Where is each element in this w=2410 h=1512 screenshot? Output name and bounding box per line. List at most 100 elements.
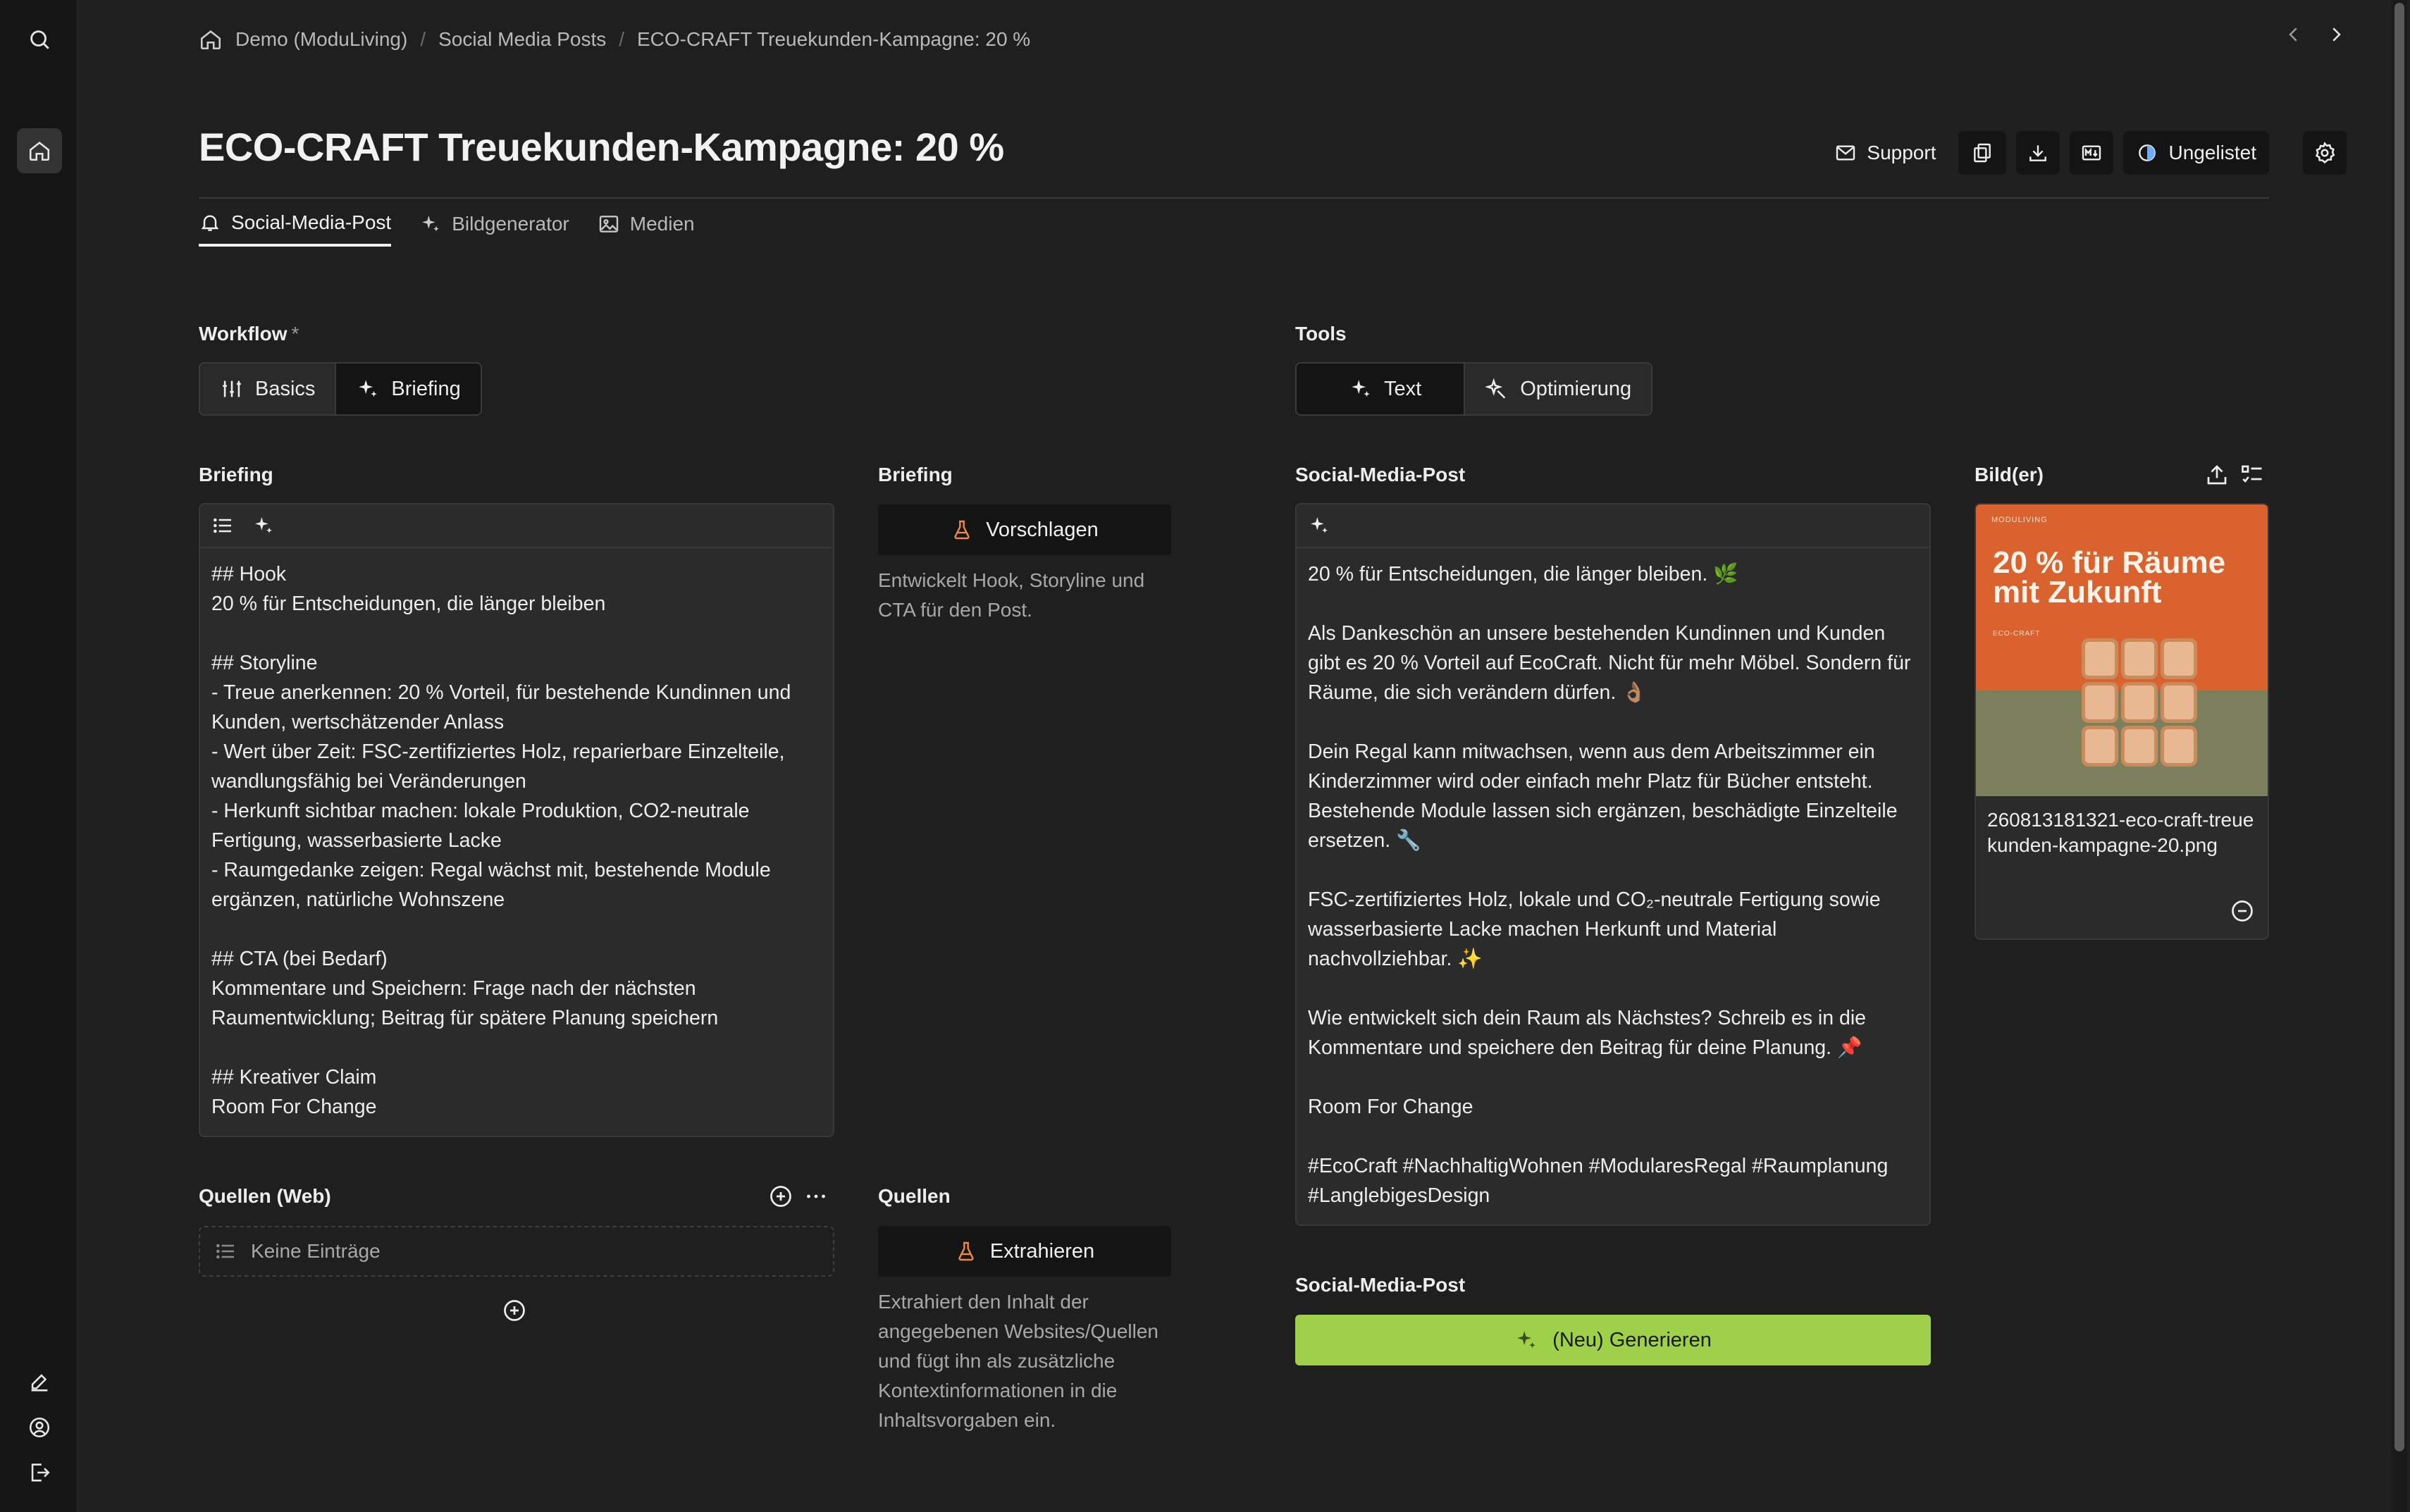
plus-circle-icon bbox=[770, 1186, 791, 1207]
edit-button[interactable] bbox=[17, 1360, 62, 1405]
bell-icon bbox=[201, 215, 219, 231]
tools-label: Tools bbox=[1295, 323, 1347, 345]
shelf-cell bbox=[2161, 726, 2197, 767]
add-source-button[interactable] bbox=[768, 1184, 793, 1213]
support-button[interactable]: Support bbox=[1822, 131, 1948, 175]
generate-button[interactable]: (Neu) Generieren bbox=[1295, 1315, 1931, 1365]
tab-label: Bildgenerator bbox=[452, 213, 569, 235]
gear-icon bbox=[2315, 142, 2335, 164]
tools-switch: Text Optimierung bbox=[1295, 362, 1653, 416]
breadcrumb-item-section[interactable]: Social Media Posts bbox=[438, 28, 606, 51]
copy-icon bbox=[1974, 143, 1991, 163]
post-toolbar bbox=[1297, 504, 1929, 548]
workflow-option-label: Basics bbox=[255, 377, 316, 400]
generate-button-label: (Neu) Generieren bbox=[1552, 1328, 1712, 1351]
more-options-button[interactable] bbox=[803, 1184, 829, 1213]
tab-social-media-post[interactable]: Social-Media-Post bbox=[199, 211, 392, 247]
workflow-label: Workflow * bbox=[199, 323, 299, 345]
home-button[interactable] bbox=[17, 128, 62, 173]
briefing-toolbar bbox=[200, 504, 833, 548]
markdown-button[interactable] bbox=[2070, 131, 2114, 175]
tools-option-optimization[interactable]: Optimierung bbox=[1464, 364, 1652, 414]
visibility-button[interactable]: Ungelistet bbox=[2123, 131, 2269, 175]
thumbnail-shelf bbox=[2082, 638, 2200, 772]
settings-button[interactable] bbox=[2303, 131, 2347, 175]
title-divider bbox=[199, 197, 2269, 199]
suggest-hint: Entwickelt Hook, Storyline und CTA für d… bbox=[878, 569, 1145, 621]
thumbnail-headline: 20 % für Räume mit Zukunft bbox=[1993, 545, 2226, 609]
tab-image-generator[interactable]: Bildgenerator bbox=[419, 211, 569, 247]
minus-circle-icon bbox=[2232, 900, 2253, 922]
remove-image-button[interactable] bbox=[2230, 898, 2255, 927]
workflow-label-text: Workflow bbox=[199, 323, 288, 345]
workflow-option-briefing[interactable]: Briefing bbox=[335, 364, 481, 414]
shelf-cell bbox=[2121, 682, 2158, 723]
history-nav bbox=[2283, 24, 2347, 45]
tab-label: Medien bbox=[629, 213, 695, 235]
post-textarea[interactable]: 20 % für Entscheidungen, die länger blei… bbox=[1297, 548, 1929, 1222]
sources-web-label: Quellen (Web) bbox=[199, 1185, 331, 1207]
visibility-label: Ungelistet bbox=[2168, 142, 2256, 163]
scrollbar-thumb[interactable] bbox=[2394, 3, 2404, 1451]
chevron-right-icon[interactable] bbox=[2325, 24, 2347, 45]
upload-icon bbox=[2207, 465, 2227, 485]
breadcrumb-separator: / bbox=[619, 28, 624, 50]
breadcrumb-item-current: ECO-CRAFT Treuekunden-Kampagne: 20 % bbox=[637, 28, 1031, 50]
upload-image-button[interactable] bbox=[2204, 462, 2230, 491]
briefing-textarea[interactable]: ## Hook 20 % für Entscheidungen, die län… bbox=[200, 548, 833, 1133]
sources-tool-label: Quellen bbox=[878, 1185, 951, 1207]
add-entry-button[interactable] bbox=[502, 1298, 527, 1327]
list-icon[interactable] bbox=[211, 514, 234, 537]
home-icon[interactable] bbox=[199, 27, 223, 51]
wand-icon bbox=[1485, 378, 1506, 399]
sparkles-icon[interactable] bbox=[1308, 514, 1330, 537]
shelf-cell bbox=[2161, 682, 2197, 723]
mail-icon bbox=[1836, 145, 1855, 161]
half-circle-icon bbox=[2139, 144, 2156, 161]
image-filename: 260813181321-eco-craft-treuekunden-kampa… bbox=[1987, 809, 2254, 856]
empty-label: Keine Einträge bbox=[251, 1240, 381, 1262]
suggest-button[interactable]: Vorschlagen bbox=[878, 504, 1171, 555]
image-list-button[interactable] bbox=[2239, 462, 2265, 491]
chevron-left-icon[interactable] bbox=[2283, 24, 2304, 45]
more-icon bbox=[807, 1194, 825, 1198]
required-marker: * bbox=[291, 323, 299, 345]
image-thumbnail[interactable]: MODULIVING 20 % für Räume mit Zukunft EC… bbox=[1976, 504, 2268, 796]
sparkles-icon bbox=[422, 216, 440, 232]
tools-option-label: Text bbox=[1384, 377, 1422, 400]
tab-media[interactable]: Medien bbox=[598, 211, 695, 247]
profile-button[interactable] bbox=[17, 1405, 62, 1450]
flask-icon bbox=[954, 520, 970, 540]
workflow-option-basics[interactable]: Basics bbox=[200, 364, 335, 414]
page-scrollbar[interactable] bbox=[2392, 0, 2407, 1512]
extract-button[interactable]: Extrahieren bbox=[878, 1226, 1171, 1277]
search-icon bbox=[30, 30, 49, 49]
post-editor: 20 % für Entscheidungen, die länger blei… bbox=[1295, 503, 1931, 1226]
search-button[interactable] bbox=[17, 17, 62, 62]
image-card[interactable]: MODULIVING 20 % für Räume mit Zukunft EC… bbox=[1975, 503, 2269, 940]
logout-button[interactable] bbox=[17, 1450, 62, 1495]
sparkles-icon bbox=[359, 380, 378, 397]
breadcrumb: Demo (ModuLiving) / Social Media Posts /… bbox=[199, 25, 1030, 54]
list-icon bbox=[216, 1244, 234, 1259]
generate-label: Social-Media-Post bbox=[1295, 1274, 1466, 1296]
workflow-switch: Basics Briefing bbox=[199, 362, 482, 416]
shelf-cell bbox=[2161, 638, 2197, 679]
briefing-tool-label: Briefing bbox=[878, 464, 953, 485]
breadcrumb-item-project[interactable]: Demo (ModuLiving) bbox=[235, 28, 407, 51]
download-button[interactable] bbox=[2016, 131, 2060, 175]
support-label: Support bbox=[1867, 142, 1936, 163]
shelf-cell bbox=[2082, 726, 2118, 767]
duplicate-button[interactable] bbox=[1958, 131, 2007, 175]
shelf-cell bbox=[2121, 726, 2158, 767]
tools-option-label: Optimierung bbox=[1520, 377, 1632, 400]
tab-bar: Social-Media-Post Bildgenerator Medien bbox=[199, 211, 695, 247]
images-label: Bild(er) bbox=[1975, 464, 2044, 485]
breadcrumb-separator: / bbox=[420, 28, 426, 50]
sparkles-icon[interactable] bbox=[252, 514, 275, 537]
post-label: Social-Media-Post bbox=[1295, 464, 1466, 485]
tools-option-text[interactable]: Text bbox=[1297, 364, 1464, 414]
home-icon bbox=[29, 142, 50, 161]
shelf-cell bbox=[2121, 638, 2158, 679]
thumbnail-brand: MODULIVING bbox=[1991, 516, 2048, 524]
